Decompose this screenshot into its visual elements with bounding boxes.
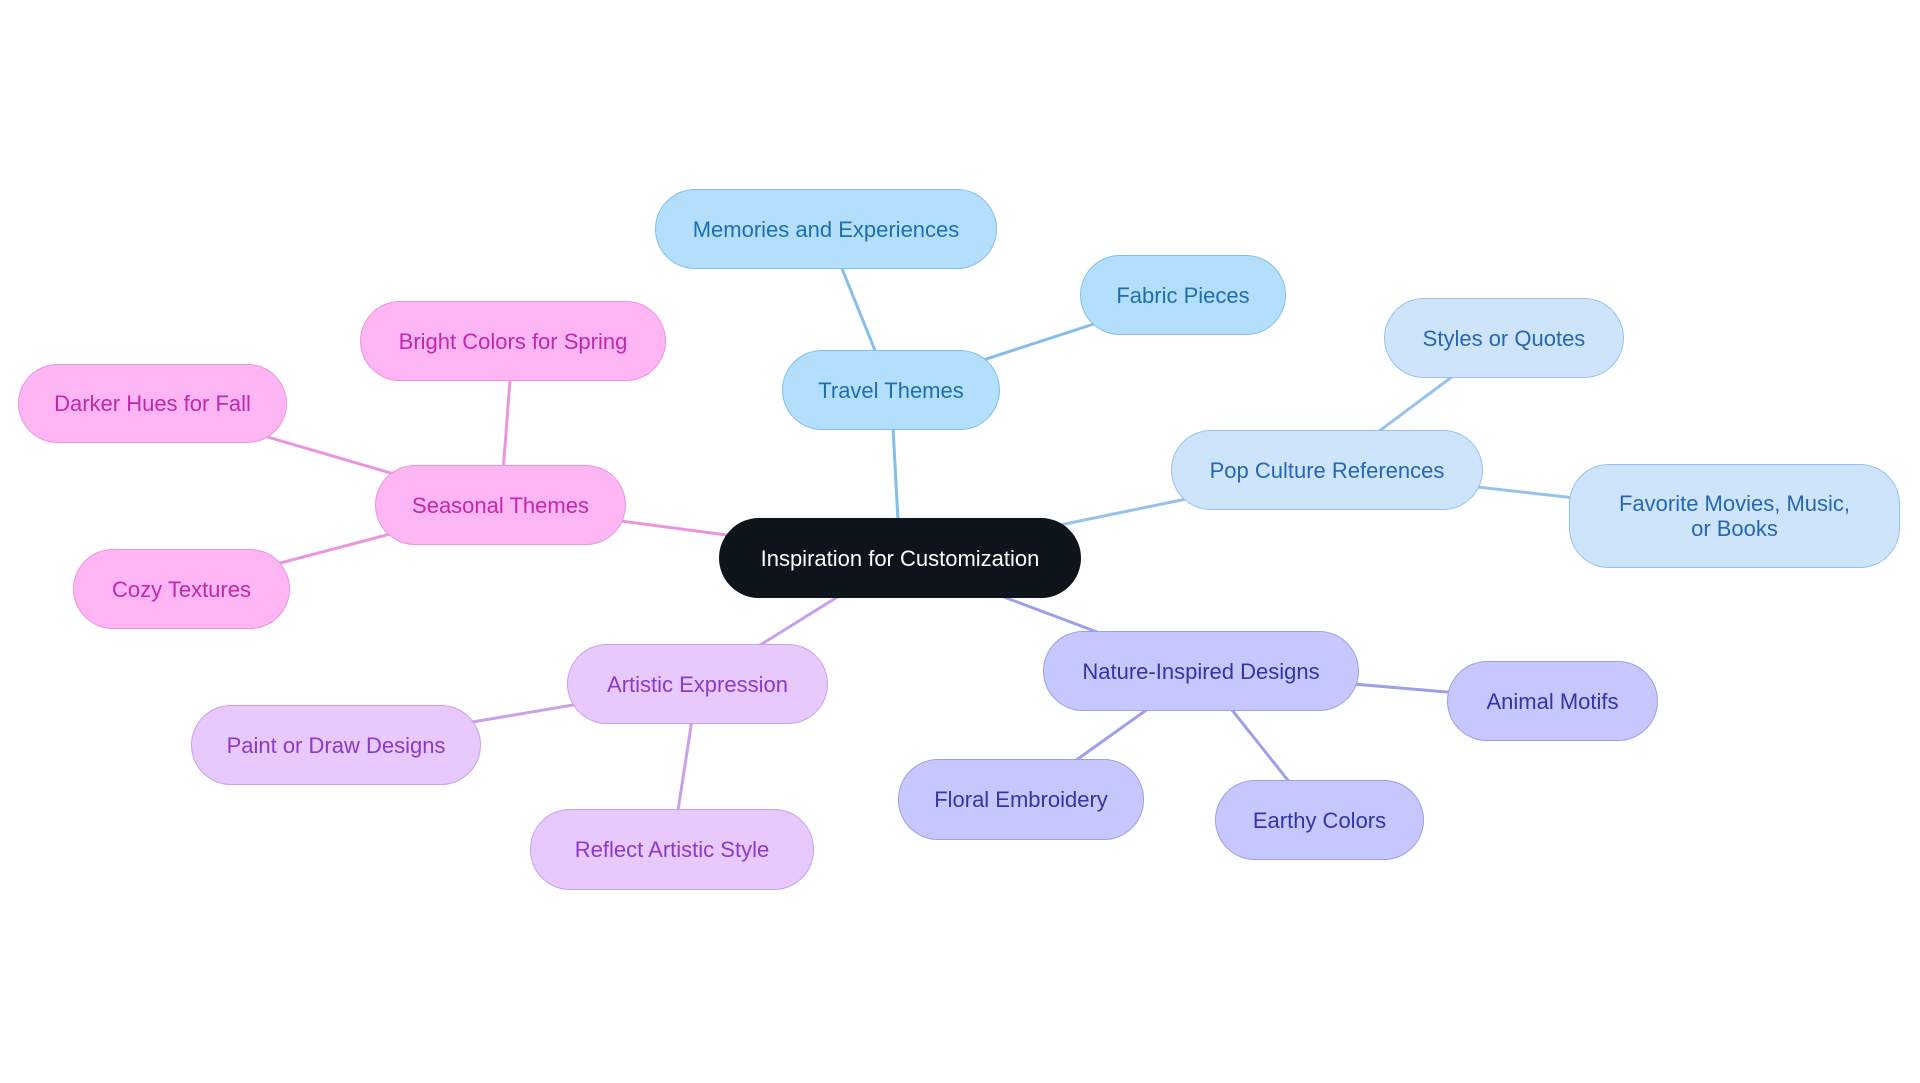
leaf-reflect-artistic-style[interactable]: Reflect Artistic Style xyxy=(530,809,814,890)
leaf-bright-colors-for-spring[interactable]: Bright Colors for Spring xyxy=(360,301,666,381)
leaf-styles-or-quotes[interactable]: Styles or Quotes xyxy=(1384,298,1624,378)
leaf-floral-embroidery[interactable]: Floral Embroidery xyxy=(898,759,1144,840)
branch-seasonal-themes[interactable]: Seasonal Themes xyxy=(375,465,626,545)
branch-nature-inspired-designs[interactable]: Nature-Inspired Designs xyxy=(1043,631,1359,711)
leaf-cozy-textures[interactable]: Cozy Textures xyxy=(73,549,290,629)
leaf-paint-or-draw-designs[interactable]: Paint or Draw Designs xyxy=(191,705,481,785)
root-node[interactable]: Inspiration for Customization xyxy=(719,518,1081,598)
leaf-memories-and-experiences[interactable]: Memories and Experiences xyxy=(655,189,997,269)
branch-pop-culture-references[interactable]: Pop Culture References xyxy=(1171,430,1483,510)
leaf-earthy-colors[interactable]: Earthy Colors xyxy=(1215,780,1424,860)
leaf-fabric-pieces[interactable]: Fabric Pieces xyxy=(1080,255,1286,335)
branch-travel-themes[interactable]: Travel Themes xyxy=(782,350,1000,430)
leaf-favorite-movies-music-books[interactable]: Favorite Movies, Music, or Books xyxy=(1569,464,1900,568)
leaf-darker-hues-for-fall[interactable]: Darker Hues for Fall xyxy=(18,364,287,443)
leaf-animal-motifs[interactable]: Animal Motifs xyxy=(1447,661,1658,741)
branch-artistic-expression[interactable]: Artistic Expression xyxy=(567,644,828,724)
